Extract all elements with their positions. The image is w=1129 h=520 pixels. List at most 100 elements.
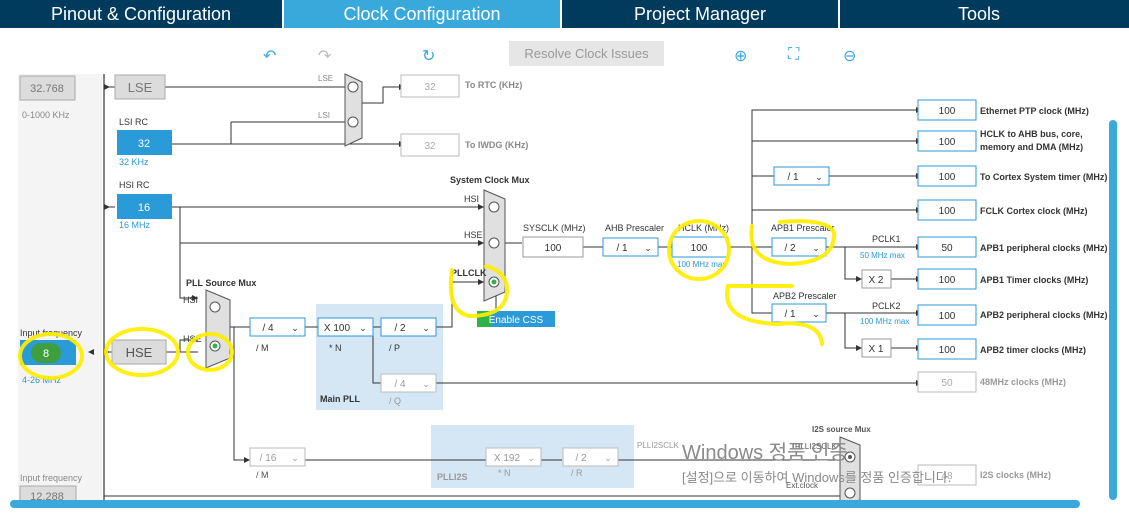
hsi-title: HSI RC <box>119 180 150 190</box>
windows-activation-text: [설정]으로 이동하여 Windows를 정품 인증합니다. <box>682 470 952 485</box>
lse-range: 0-1000 KHz <box>22 110 70 120</box>
tab-pinout[interactable]: Pinout & Configuration <box>0 0 284 28</box>
rtc-mux-lsi-radio[interactable] <box>347 116 359 128</box>
pll-p-value: / 2 <box>394 323 406 334</box>
output-label-apb2-periph: APB2 peripheral clocks (MHz) <box>980 310 1108 320</box>
lsi-title: LSI RC <box>119 117 149 127</box>
tab-tools[interactable]: Tools <box>840 0 1118 28</box>
apb2-prescaler-value: / 1 <box>784 309 796 320</box>
pll-m-label: / M <box>256 343 269 353</box>
i2s-mux-ext-radio[interactable] <box>844 487 856 499</box>
output-value-apb1-periph: 50 <box>941 243 953 254</box>
output-value-cortex-timer: 100 <box>939 172 956 183</box>
sysmux-hse-label: HSE <box>464 230 483 240</box>
lse-input-value: 32.768 <box>30 83 64 95</box>
sysmux-hsi-label: HSI <box>464 194 479 204</box>
output-value-fclk: 100 <box>939 206 956 217</box>
zoom-out-icon[interactable]: ⊖ <box>843 46 856 66</box>
pll-mux-hse-radio-dot <box>212 343 218 349</box>
hse-label: HSE <box>126 345 153 360</box>
output-label-48mhz: 48MHz clocks (MHz) <box>980 377 1066 387</box>
output-label-i2s: I2S clocks (MHz) <box>980 470 1051 480</box>
cortex-chevron-icon: ⌄ <box>815 172 823 182</box>
plli2s-m-value: / 16 <box>260 453 277 464</box>
lsi-value: 32 <box>138 138 150 150</box>
apb2-chevron-icon: ⌄ <box>812 309 820 319</box>
hclk-max: 100 MHz max <box>677 260 726 269</box>
redo-icon[interactable]: ↷ <box>318 46 331 66</box>
rtc-label: To RTC (KHz) <box>465 80 522 90</box>
iwdg-value: 32 <box>424 141 436 152</box>
tab-bar: Pinout & Configuration Clock Configurati… <box>0 0 1129 28</box>
output-label-ethernet: Ethernet PTP clock (MHz) <box>980 106 1089 116</box>
pll-mux-hsi-label: HSI <box>183 295 198 305</box>
sysmux-pllclk-label: PLLCLK <box>451 268 487 278</box>
hclk-value: 100 <box>691 243 708 254</box>
resolve-clock-issues-button[interactable]: Resolve Clock Issues <box>509 41 664 66</box>
i2s-input-label: Input frequency <box>20 473 83 483</box>
pclk2-label: PCLK2 <box>872 301 901 311</box>
main-pll-title: Main PLL <box>320 394 361 404</box>
pll-mux-hsi-radio[interactable] <box>209 301 221 313</box>
output-label-apb2-timer: APB2 timer clocks (MHz) <box>980 345 1086 355</box>
sysmux-hsi-radio[interactable] <box>488 201 500 213</box>
output-label-cortex-timer: To Cortex System timer (MHz) <box>980 172 1107 182</box>
source-column <box>18 74 102 504</box>
plli2s-m-chevron-icon: ⌄ <box>291 453 299 463</box>
zoom-in-icon[interactable]: ⊕ <box>734 46 747 66</box>
windows-activation-watermark: Windows 정품 인증 [설정]으로 이동하여 Windows를 정품 인증… <box>682 436 951 486</box>
refresh-icon[interactable]: ↻ <box>422 46 435 66</box>
pll-m-value: / 4 <box>262 323 274 334</box>
output-label-apb1-periph: APB1 peripheral clocks (MHz) <box>980 243 1108 253</box>
system-clock-mux-title: System Clock Mux <box>450 175 530 185</box>
ahb-chevron-icon: ⌄ <box>644 243 652 253</box>
pll-source-mux <box>205 289 231 369</box>
pll-m-chevron-icon: ⌄ <box>291 323 299 333</box>
lsi-freq: 32 KHz <box>119 157 149 167</box>
plli2s-n-label: * N <box>498 468 511 478</box>
hsi-freq: 16 MHz <box>119 220 151 230</box>
pclk2-max: 100 MHz max <box>860 317 909 326</box>
vertical-scrollbar[interactable] <box>1109 120 1117 500</box>
lse-label: LSE <box>128 80 153 95</box>
apb2-timer-multiplier-value: X 1 <box>868 344 883 355</box>
tab-project-manager[interactable]: Project Manager <box>562 0 840 28</box>
fit-icon[interactable]: ⛶ <box>788 46 799 64</box>
plli2sclk-label: PLLI2SCLK <box>637 441 679 450</box>
output-label-hclk-2: memory and DMA (MHz) <box>980 142 1083 152</box>
output-list: 100 Ethernet PTP clock (MHz) 100 HCLK to… <box>917 99 1108 486</box>
windows-activation-title: Windows 정품 인증 <box>682 442 848 464</box>
plli2s-n-chevron-icon: ⌄ <box>527 453 535 463</box>
rtc-value: 32 <box>424 82 436 93</box>
ahb-prescaler-label: AHB Prescaler <box>605 223 664 233</box>
sysclk-value: 100 <box>545 243 562 254</box>
i2s-mux-title: I2S source Mux <box>812 425 871 434</box>
output-label-fclk: FCLK Cortex clock (MHz) <box>980 206 1088 216</box>
output-value-apb2-timer: 100 <box>939 345 956 356</box>
tab-clock-configuration[interactable]: Clock Configuration <box>284 0 562 28</box>
output-value-ethernet: 100 <box>939 106 956 117</box>
plli2s-r-chevron-icon: ⌄ <box>604 453 612 463</box>
sysmux-pllclk-radio-dot <box>491 279 497 285</box>
apb1-timer-multiplier-value: X 2 <box>868 275 883 286</box>
pll-n-chevron-icon: ⌄ <box>359 323 367 333</box>
output-label-apb1-timer: APB1 Timer clocks (MHz) <box>980 275 1088 285</box>
sysmux-hse-radio[interactable] <box>488 237 500 249</box>
plli2s-title: PLLI2S <box>437 472 468 482</box>
horizontal-scrollbar[interactable] <box>10 500 1080 508</box>
sysclk-label: SYSCLK (MHz) <box>523 223 586 233</box>
rtc-mux-lse-radio[interactable] <box>347 81 359 93</box>
undo-icon[interactable]: ↶ <box>263 46 276 66</box>
output-label-hclk: HCLK to AHB bus, core, <box>980 129 1083 139</box>
pclk1-max: 50 MHz max <box>860 251 905 260</box>
rtc-mux-lsi-label: LSI <box>318 111 330 120</box>
pll-n-value: X 100 <box>324 323 351 334</box>
pll-q-label: / Q <box>389 396 401 406</box>
apb2-prescaler-label: APB2 Prescaler <box>773 291 837 301</box>
pll-source-mux-title: PLL Source Mux <box>186 278 256 288</box>
pll-q-chevron-icon: ⌄ <box>422 379 430 389</box>
pll-p-label: / P <box>389 343 400 353</box>
hsi-value: 16 <box>138 202 150 214</box>
rtc-mux-lse-label: LSE <box>318 74 333 83</box>
plli2s-r-label: / R <box>571 468 583 478</box>
